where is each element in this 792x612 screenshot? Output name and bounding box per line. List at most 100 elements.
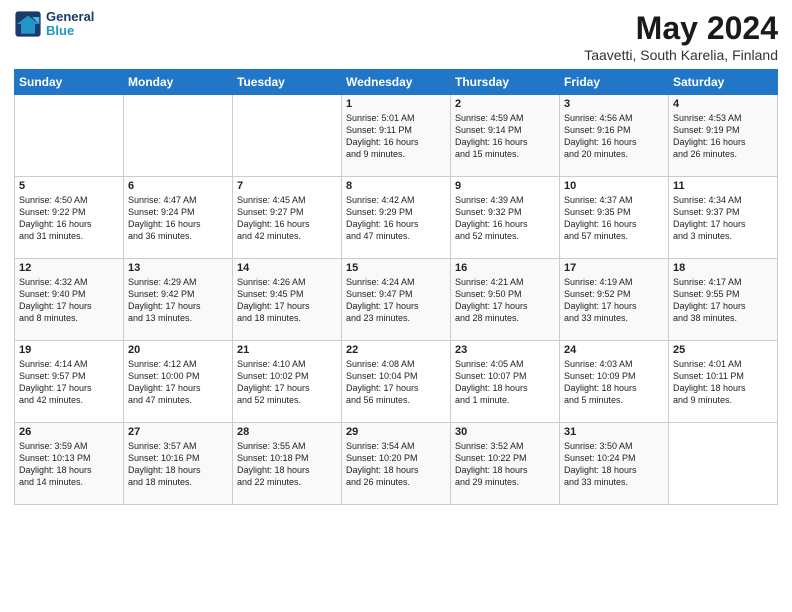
day-info: Sunrise: 3:57 AM Sunset: 10:16 PM Daylig… xyxy=(128,440,228,489)
day-number: 30 xyxy=(455,426,555,438)
calendar-cell: 17 Sunrise: 4:19 AM Sunset: 9:52 PM Dayli… xyxy=(560,259,669,341)
day-number: 1 xyxy=(346,98,446,110)
day-number: 6 xyxy=(128,180,228,192)
day-number: 7 xyxy=(237,180,337,192)
day-number: 9 xyxy=(455,180,555,192)
day-info: Sunrise: 3:59 AM Sunset: 10:13 PM Daylig… xyxy=(19,440,119,489)
day-number: 25 xyxy=(673,344,773,356)
calendar-cell: 3 Sunrise: 4:56 AM Sunset: 9:16 PM Daylig… xyxy=(560,95,669,177)
day-number: 20 xyxy=(128,344,228,356)
day-number: 28 xyxy=(237,426,337,438)
day-number: 12 xyxy=(19,262,119,274)
day-info: Sunrise: 3:50 AM Sunset: 10:24 PM Daylig… xyxy=(564,440,664,489)
calendar-cell: 26 Sunrise: 3:59 AM Sunset: 10:13 PM Dayl… xyxy=(15,423,124,505)
weekday-tuesday: Tuesday xyxy=(233,70,342,95)
day-info: Sunrise: 4:14 AM Sunset: 9:57 PM Dayligh… xyxy=(19,358,119,407)
calendar-cell: 22Sunrise: 4:08 AM Sunset: 10:04 PM Dayl… xyxy=(342,341,451,423)
day-info: Sunrise: 4:29 AM Sunset: 9:42 PM Dayligh… xyxy=(128,276,228,325)
day-number: 15 xyxy=(346,262,446,274)
day-info: Sunrise: 5:01 AM Sunset: 9:11 PM Dayligh… xyxy=(346,112,446,161)
calendar-cell: 5 Sunrise: 4:50 AM Sunset: 9:22 PM Daylig… xyxy=(15,177,124,259)
calendar-cell: 21Sunrise: 4:10 AM Sunset: 10:02 PM Dayl… xyxy=(233,341,342,423)
day-number: 8 xyxy=(346,180,446,192)
calendar-cell: 8Sunrise: 4:42 AM Sunset: 9:29 PM Daylig… xyxy=(342,177,451,259)
week-row-3: 12 Sunrise: 4:32 AM Sunset: 9:40 PM Dayli… xyxy=(15,259,778,341)
day-number: 17 xyxy=(564,262,664,274)
day-info: Sunrise: 4:24 AM Sunset: 9:47 PM Dayligh… xyxy=(346,276,446,325)
calendar-cell: 10 Sunrise: 4:37 AM Sunset: 9:35 PM Dayli… xyxy=(560,177,669,259)
day-number: 31 xyxy=(564,426,664,438)
day-info: Sunrise: 4:53 AM Sunset: 9:19 PM Dayligh… xyxy=(673,112,773,161)
day-info: Sunrise: 4:03 AM Sunset: 10:09 PM Daylig… xyxy=(564,358,664,407)
day-number: 24 xyxy=(564,344,664,356)
calendar-cell: 15 Sunrise: 4:24 AM Sunset: 9:47 PM Dayli… xyxy=(342,259,451,341)
calendar-table: SundayMondayTuesdayWednesdayThursdayFrid… xyxy=(14,69,778,505)
calendar-page: General Blue May 2024 Taavetti, South Ka… xyxy=(0,0,792,612)
calendar-cell: 18 Sunrise: 4:17 AM Sunset: 9:55 PM Dayli… xyxy=(669,259,778,341)
subtitle: Taavetti, South Karelia, Finland xyxy=(584,47,778,63)
day-number: 3 xyxy=(564,98,664,110)
day-info: Sunrise: 4:56 AM Sunset: 9:16 PM Dayligh… xyxy=(564,112,664,161)
weekday-saturday: Saturday xyxy=(669,70,778,95)
calendar-cell: 13 Sunrise: 4:29 AM Sunset: 9:42 PM Dayli… xyxy=(124,259,233,341)
title-block: May 2024 Taavetti, South Karelia, Finlan… xyxy=(584,10,778,63)
day-number: 13 xyxy=(128,262,228,274)
header: General Blue May 2024 Taavetti, South Ka… xyxy=(14,10,778,63)
day-info: Sunrise: 4:26 AM Sunset: 9:45 PM Dayligh… xyxy=(237,276,337,325)
calendar-cell: 20 Sunrise: 4:12 AM Sunset: 10:00 PM Dayl… xyxy=(124,341,233,423)
day-info: Sunrise: 4:32 AM Sunset: 9:40 PM Dayligh… xyxy=(19,276,119,325)
day-info: Sunrise: 4:19 AM Sunset: 9:52 PM Dayligh… xyxy=(564,276,664,325)
day-number: 10 xyxy=(564,180,664,192)
day-number: 26 xyxy=(19,426,119,438)
calendar-cell: 2 Sunrise: 4:59 AM Sunset: 9:14 PM Daylig… xyxy=(451,95,560,177)
day-info: Sunrise: 3:54 AM Sunset: 10:20 PM Daylig… xyxy=(346,440,446,489)
calendar-cell: 11 Sunrise: 4:34 AM Sunset: 9:37 PM Dayli… xyxy=(669,177,778,259)
calendar-cell: 23Sunrise: 4:05 AM Sunset: 10:07 PM Dayl… xyxy=(451,341,560,423)
day-info: Sunrise: 3:52 AM Sunset: 10:22 PM Daylig… xyxy=(455,440,555,489)
day-info: Sunrise: 4:59 AM Sunset: 9:14 PM Dayligh… xyxy=(455,112,555,161)
day-number: 14 xyxy=(237,262,337,274)
day-info: Sunrise: 4:21 AM Sunset: 9:50 PM Dayligh… xyxy=(455,276,555,325)
week-row-4: 19Sunrise: 4:14 AM Sunset: 9:57 PM Dayli… xyxy=(15,341,778,423)
calendar-cell: 30 Sunrise: 3:52 AM Sunset: 10:22 PM Dayl… xyxy=(451,423,560,505)
logo-icon xyxy=(14,10,42,38)
calendar-cell: 31 Sunrise: 3:50 AM Sunset: 10:24 PM Dayl… xyxy=(560,423,669,505)
week-row-5: 26 Sunrise: 3:59 AM Sunset: 10:13 PM Dayl… xyxy=(15,423,778,505)
main-title: May 2024 xyxy=(584,10,778,47)
calendar-cell: 4Sunrise: 4:53 AM Sunset: 9:19 PM Daylig… xyxy=(669,95,778,177)
day-number: 2 xyxy=(455,98,555,110)
day-number: 16 xyxy=(455,262,555,274)
day-number: 27 xyxy=(128,426,228,438)
calendar-cell: 9 Sunrise: 4:39 AM Sunset: 9:32 PM Daylig… xyxy=(451,177,560,259)
calendar-cell xyxy=(15,95,124,177)
day-info: Sunrise: 4:08 AM Sunset: 10:04 PM Daylig… xyxy=(346,358,446,407)
day-number: 18 xyxy=(673,262,773,274)
calendar-cell: 19Sunrise: 4:14 AM Sunset: 9:57 PM Dayli… xyxy=(15,341,124,423)
day-info: Sunrise: 4:47 AM Sunset: 9:24 PM Dayligh… xyxy=(128,194,228,243)
day-info: Sunrise: 4:05 AM Sunset: 10:07 PM Daylig… xyxy=(455,358,555,407)
calendar-cell: 7Sunrise: 4:45 AM Sunset: 9:27 PM Daylig… xyxy=(233,177,342,259)
calendar-cell: 12 Sunrise: 4:32 AM Sunset: 9:40 PM Dayli… xyxy=(15,259,124,341)
calendar-cell: 29 Sunrise: 3:54 AM Sunset: 10:20 PM Dayl… xyxy=(342,423,451,505)
calendar-cell: 24 Sunrise: 4:03 AM Sunset: 10:09 PM Dayl… xyxy=(560,341,669,423)
day-info: Sunrise: 4:17 AM Sunset: 9:55 PM Dayligh… xyxy=(673,276,773,325)
calendar-cell: 27 Sunrise: 3:57 AM Sunset: 10:16 PM Dayl… xyxy=(124,423,233,505)
logo: General Blue xyxy=(14,10,94,39)
day-number: 11 xyxy=(673,180,773,192)
calendar-cell xyxy=(669,423,778,505)
day-info: Sunrise: 4:37 AM Sunset: 9:35 PM Dayligh… xyxy=(564,194,664,243)
day-number: 29 xyxy=(346,426,446,438)
day-number: 21 xyxy=(237,344,337,356)
calendar-cell: 14 Sunrise: 4:26 AM Sunset: 9:45 PM Dayli… xyxy=(233,259,342,341)
day-info: Sunrise: 4:50 AM Sunset: 9:22 PM Dayligh… xyxy=(19,194,119,243)
weekday-header-row: SundayMondayTuesdayWednesdayThursdayFrid… xyxy=(15,70,778,95)
day-info: Sunrise: 4:39 AM Sunset: 9:32 PM Dayligh… xyxy=(455,194,555,243)
week-row-2: 5 Sunrise: 4:50 AM Sunset: 9:22 PM Daylig… xyxy=(15,177,778,259)
weekday-friday: Friday xyxy=(560,70,669,95)
day-number: 5 xyxy=(19,180,119,192)
day-info: Sunrise: 4:01 AM Sunset: 10:11 PM Daylig… xyxy=(673,358,773,407)
day-info: Sunrise: 4:34 AM Sunset: 9:37 PM Dayligh… xyxy=(673,194,773,243)
day-info: Sunrise: 4:12 AM Sunset: 10:00 PM Daylig… xyxy=(128,358,228,407)
calendar-cell: 1 Sunrise: 5:01 AM Sunset: 9:11 PM Daylig… xyxy=(342,95,451,177)
calendar-cell xyxy=(124,95,233,177)
